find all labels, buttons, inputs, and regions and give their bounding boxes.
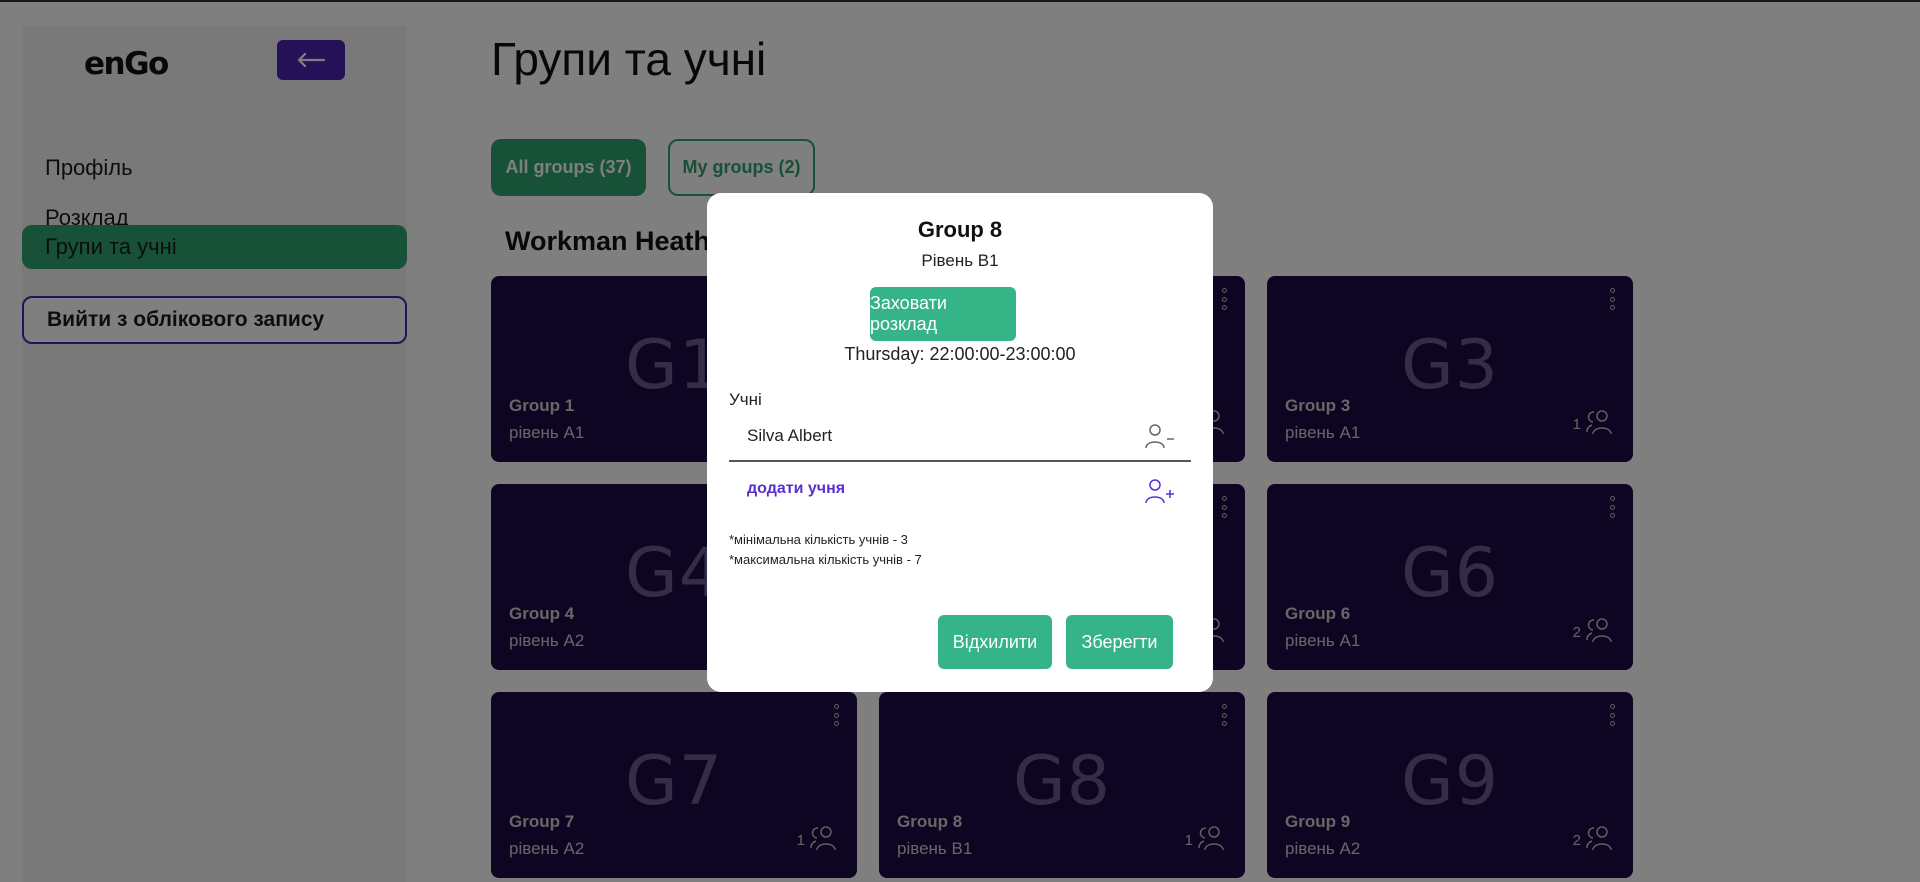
add-user-icon — [1145, 479, 1174, 504]
modal-title: Group 8 — [917, 217, 1003, 242]
add-student-button[interactable]: додати учня — [729, 477, 1191, 511]
max-students-note: *максимальна кількість учнів - 7 — [729, 552, 922, 567]
remove-user-icon[interactable] — [1145, 422, 1175, 450]
min-students-note: *мінімальна кількість учнів - 3 — [729, 532, 908, 547]
students-label: Учні — [729, 390, 762, 409]
schedule-text: Thursday: 22:00:00-23:00:00 — [844, 344, 1076, 364]
student-row: Silva Albert — [729, 422, 1191, 462]
save-button[interactable]: Зберегти — [1066, 615, 1173, 669]
reject-button[interactable]: Відхилити — [938, 615, 1052, 669]
student-name: Silva Albert — [747, 426, 833, 445]
group-details-modal: Group 8 Рівень B1 Заховати розклад Thurs… — [707, 193, 1213, 692]
hide-schedule-button[interactable]: Заховати розклад — [870, 287, 1016, 341]
add-student-label: додати учня — [747, 480, 846, 497]
modal-level: Рівень B1 — [921, 251, 999, 270]
